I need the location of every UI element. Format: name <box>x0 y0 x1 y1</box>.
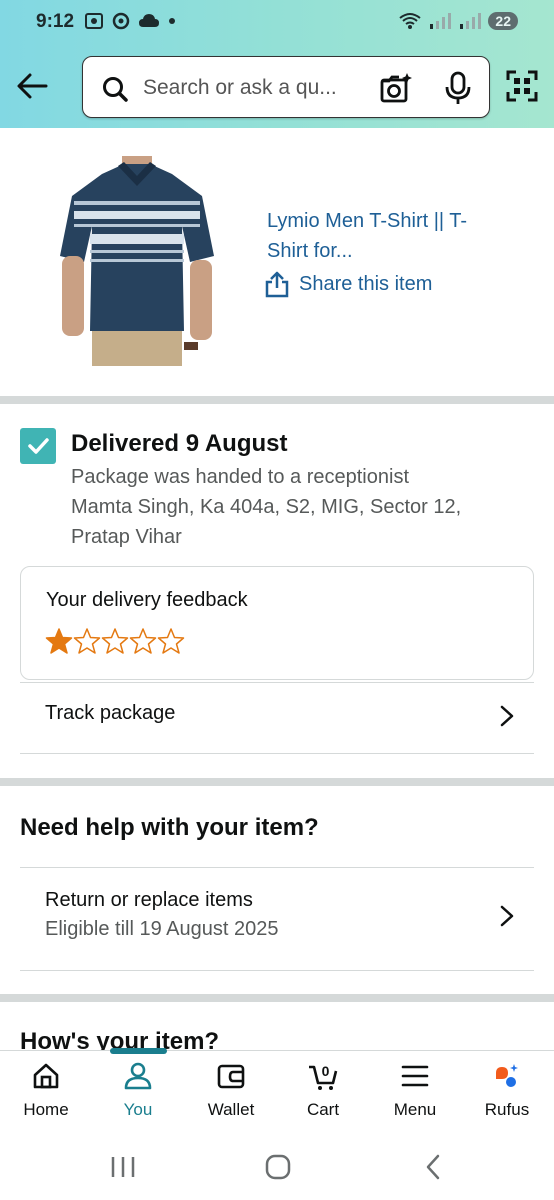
app-header: 9:12 22 <box>0 0 554 128</box>
nav-cart[interactable]: 0 Cart <box>277 1061 369 1120</box>
recent-apps-icon[interactable] <box>108 1152 138 1182</box>
delivery-feedback-card[interactable]: Your delivery feedback <box>20 566 534 680</box>
nav-label: Rufus <box>484 1100 530 1119</box>
row-divider <box>20 753 534 754</box>
back-button-icon[interactable] <box>418 1152 448 1182</box>
section-divider <box>0 778 554 786</box>
return-replace-row[interactable]: Return or replace items Eligible till 19… <box>20 868 534 970</box>
nav-menu[interactable]: Menu <box>369 1061 461 1120</box>
search-input[interactable] <box>143 74 363 102</box>
product-image[interactable] <box>52 156 222 366</box>
delivered-check-icon <box>20 428 56 464</box>
status-notification-icons <box>84 12 176 30</box>
section-divider <box>0 994 554 1002</box>
track-package-label: Track package <box>45 702 176 724</box>
nav-you[interactable]: You <box>92 1061 184 1120</box>
return-replace-label: Return or replace items <box>45 889 253 911</box>
star-empty-icon[interactable] <box>129 627 157 655</box>
wifi-icon <box>399 13 422 29</box>
qr-scan-icon[interactable] <box>506 70 538 102</box>
delivery-status-title: Delivered 9 August <box>71 430 288 457</box>
wallet-icon <box>217 1064 245 1089</box>
signal-icon <box>460 13 482 29</box>
star-empty-icon[interactable] <box>157 627 185 655</box>
delivery-note-line: Mamta Singh, Ka 404a, S2, MIG, Sector 12… <box>71 496 462 518</box>
nav-home[interactable]: Home <box>0 1061 92 1120</box>
vpn-icon <box>112 12 130 30</box>
battery-indicator: 22 <box>488 12 518 30</box>
screenshot-icon <box>85 13 103 29</box>
product-title-line: Lymio Men T-Shirt || T- <box>267 210 468 232</box>
nav-rufus[interactable]: Rufus <box>461 1061 553 1120</box>
share-icon <box>265 271 289 298</box>
cart-badge: 0 <box>322 1063 330 1079</box>
status-system-icons: 22 <box>398 12 518 30</box>
star-empty-icon[interactable] <box>101 627 129 655</box>
microphone-icon[interactable] <box>443 71 473 105</box>
nav-label: Home <box>23 1100 69 1119</box>
share-item-link[interactable]: Share this item <box>265 270 432 298</box>
nav-wallet[interactable]: Wallet <box>185 1061 277 1120</box>
share-label: Share this item <box>299 272 433 295</box>
home-icon <box>33 1063 59 1089</box>
chevron-right-icon <box>500 905 514 927</box>
bottom-navigation: Home You Wallet 0 Cart Menu Rufus <box>0 1050 554 1134</box>
search-bar[interactable] <box>82 56 490 118</box>
status-bar: 9:12 22 <box>0 0 554 46</box>
star-rating[interactable] <box>45 627 185 655</box>
nav-label: Wallet <box>207 1100 255 1119</box>
star-filled-icon[interactable] <box>45 627 73 655</box>
status-time: 9:12 <box>36 11 75 32</box>
product-title-line: Shirt for... <box>267 240 353 262</box>
product-title[interactable]: Lymio Men T-Shirt || T- Shirt for... <box>267 206 527 266</box>
nav-label: Menu <box>393 1100 437 1119</box>
star-empty-icon[interactable] <box>73 627 101 655</box>
dot-icon <box>169 18 175 24</box>
delivery-note: Package was handed to a receptionist Mam… <box>71 462 531 552</box>
back-arrow-icon[interactable] <box>14 68 50 104</box>
product-card[interactable]: Lymio Men T-Shirt || T- Shirt for... Sha… <box>0 128 554 396</box>
active-tab-indicator <box>110 1048 167 1054</box>
menu-icon <box>401 1065 429 1087</box>
cloud-icon <box>139 14 159 27</box>
nav-label: Cart <box>306 1100 340 1119</box>
delivery-note-line: Package was handed to a receptionist <box>71 466 409 488</box>
home-button-icon[interactable] <box>263 1152 293 1182</box>
hows-item-title: How's your item? <box>20 1028 220 1050</box>
delivery-note-line: Pratap Vihar <box>71 526 182 548</box>
help-section-title: Need help with your item? <box>20 814 319 841</box>
row-divider <box>20 970 534 971</box>
nav-label: You <box>123 1100 153 1119</box>
search-icon <box>103 77 128 102</box>
return-eligibility: Eligible till 19 August 2025 <box>45 918 279 940</box>
camera-search-icon[interactable] <box>379 71 413 105</box>
system-navigation-bar <box>0 1134 554 1200</box>
section-divider <box>0 396 554 404</box>
feedback-title: Your delivery feedback <box>46 589 248 611</box>
signal-icon <box>430 13 452 29</box>
cart-icon: 0 <box>309 1063 338 1090</box>
rufus-icon <box>496 1064 518 1087</box>
chevron-right-icon <box>500 705 514 727</box>
person-icon <box>124 1062 152 1090</box>
track-package-row[interactable]: Track package <box>20 683 534 753</box>
